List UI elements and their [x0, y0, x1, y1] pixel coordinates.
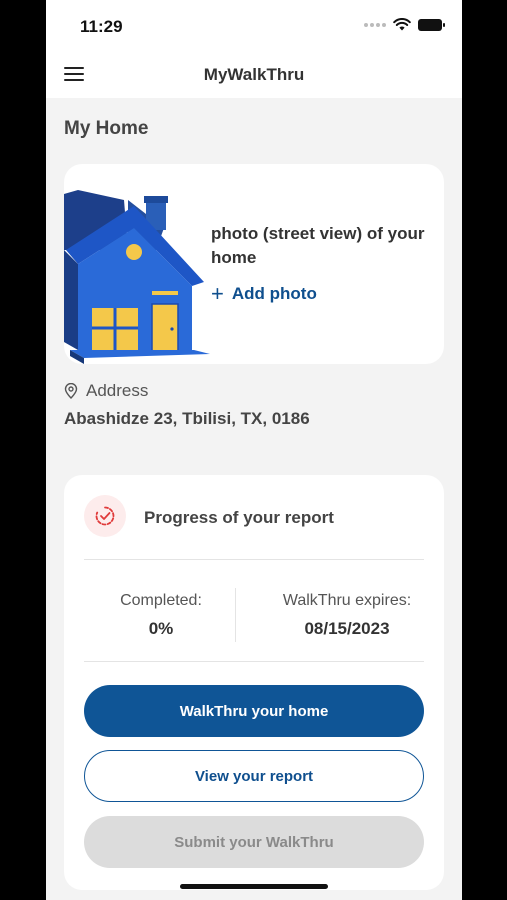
status-time: 11:29 — [80, 17, 123, 36]
home-indicator — [180, 884, 328, 889]
submit-walkthru-button: Submit your WalkThru — [84, 816, 424, 868]
progress-icon-badge — [84, 495, 126, 537]
house-illustration-icon — [64, 190, 210, 364]
stats-divider — [235, 588, 236, 642]
home-photo-card: photo (street view) of your home + Add p… — [64, 164, 444, 364]
expires-value: 08/15/2023 — [304, 619, 390, 638]
add-photo-button[interactable]: + Add photo — [211, 281, 317, 306]
report-progress-card: Progress of your report Completed: 0% Wa… — [64, 475, 444, 890]
status-icons — [364, 18, 445, 31]
location-pin-icon — [64, 383, 78, 399]
walkthru-home-button[interactable]: WalkThru your home — [84, 685, 424, 737]
view-report-button[interactable]: View your report — [84, 750, 424, 802]
completed-stat: Completed: 0% — [86, 592, 236, 639]
address-label: Address — [64, 381, 148, 401]
app-screen: 11:29 MyWalkThru My Home photo (street v… — [46, 0, 462, 900]
expires-label: WalkThru expires: — [282, 592, 412, 609]
address-label-text: Address — [86, 381, 149, 400]
battery-icon — [418, 18, 445, 31]
completed-label: Completed: — [120, 592, 202, 609]
photo-prompt-text: photo (street view) of your home — [211, 224, 425, 267]
add-photo-label: Add photo — [231, 284, 317, 303]
completed-value: 0% — [148, 619, 174, 638]
progress-check-icon — [95, 506, 115, 526]
signal-icon — [364, 22, 386, 27]
page-title: My Home — [64, 118, 149, 139]
progress-title: Progress of your report — [144, 508, 334, 527]
app-title: MyWalkThru — [203, 65, 305, 84]
wifi-icon — [393, 18, 411, 31]
top-nav-bar: MyWalkThru — [46, 50, 462, 98]
expires-stat: WalkThru expires: 08/15/2023 — [264, 592, 430, 639]
address-value: Abashidze 23, Tbilisi, TX, 0186 — [64, 409, 310, 428]
divider — [84, 661, 424, 662]
plus-icon: + — [211, 281, 224, 306]
status-bar: 11:29 — [46, 0, 462, 50]
divider — [84, 559, 424, 560]
